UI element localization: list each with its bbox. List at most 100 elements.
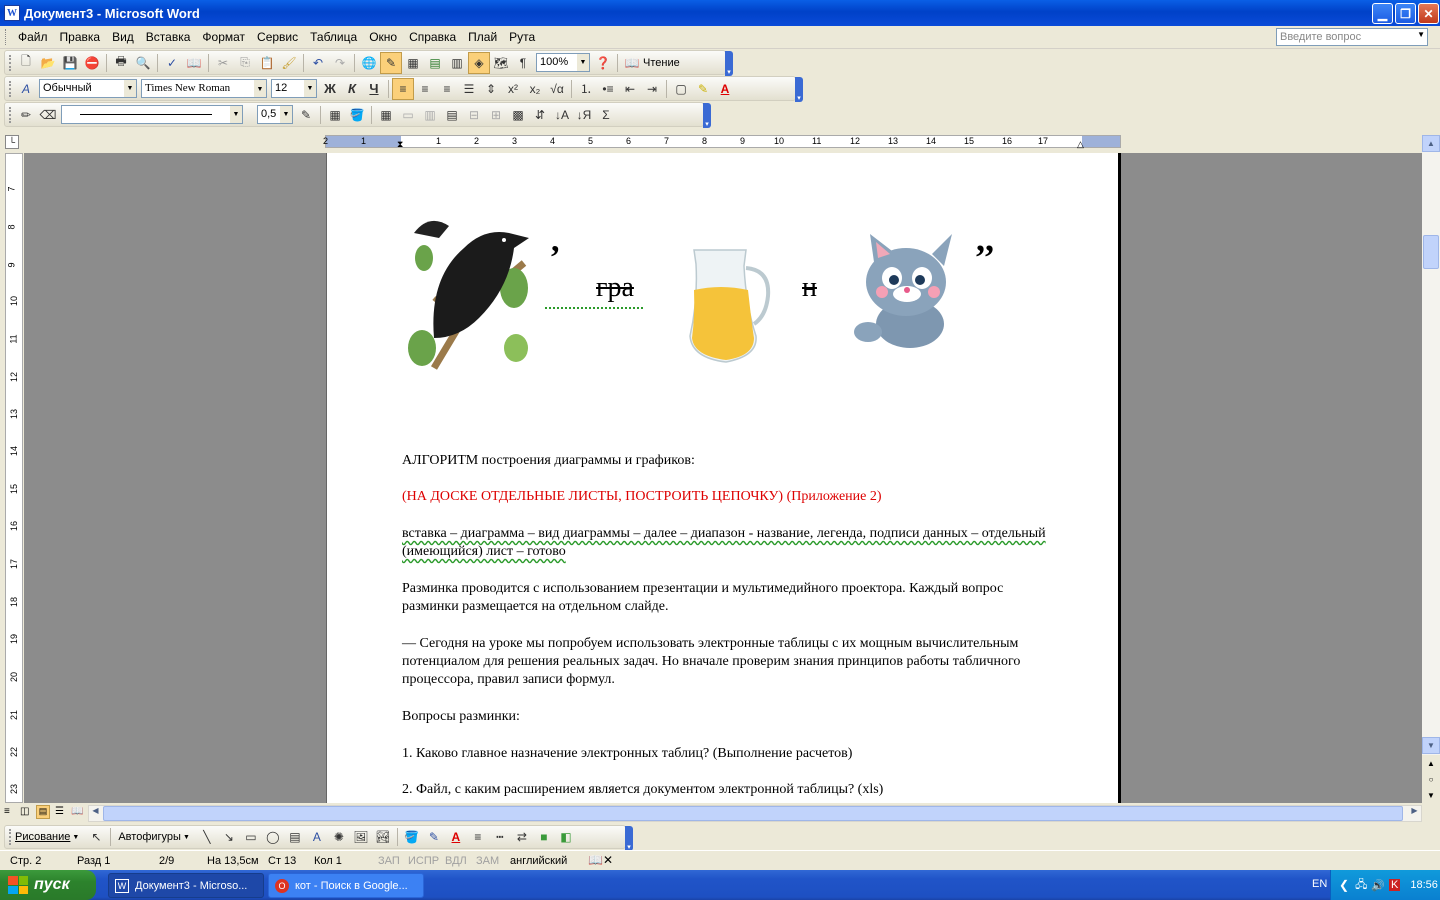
paragraph-question-2[interactable]: 2. Файл, с каким расширением является до… bbox=[402, 781, 1082, 801]
clip-art-icon[interactable]: 🖼 bbox=[350, 826, 372, 848]
status-track-changes[interactable]: ИСПР bbox=[408, 855, 439, 867]
print-layout-view-icon[interactable]: ▤ bbox=[36, 805, 50, 819]
fill-color-icon[interactable]: 🪣 bbox=[401, 826, 423, 848]
show-hidden-icons-icon[interactable]: ❮ bbox=[1339, 878, 1349, 892]
status-extend[interactable]: ВДЛ bbox=[445, 855, 467, 867]
web-view-icon[interactable]: ◫ bbox=[20, 806, 29, 817]
menu-ruta[interactable]: Рута bbox=[503, 30, 541, 44]
paragraph-questions-heading[interactable]: Вопросы разминки: bbox=[402, 708, 1082, 726]
wordart-icon[interactable]: A bbox=[306, 826, 328, 848]
toolbar-grip[interactable] bbox=[9, 106, 12, 123]
line-color-icon[interactable]: ✎ bbox=[423, 826, 445, 848]
increase-indent-icon[interactable]: ⇥ bbox=[641, 78, 663, 100]
paragraph-algorithm[interactable]: АЛГОРИТМ построения диаграммы и графиков… bbox=[402, 452, 1082, 470]
toolbar-options-icon[interactable]: ▾ bbox=[725, 51, 733, 76]
text-box-icon[interactable]: ▤ bbox=[284, 826, 306, 848]
zoom-combo[interactable]: 100% ▼ bbox=[536, 53, 590, 72]
status-column[interactable]: Кол 1 bbox=[314, 855, 342, 867]
hyperlink-icon[interactable]: 🌐 bbox=[358, 52, 380, 74]
justify-icon[interactable]: ☰ bbox=[458, 78, 480, 100]
show-hide-icon[interactable]: ¶ bbox=[512, 52, 534, 74]
minimize-button[interactable]: ▁ bbox=[1372, 3, 1393, 24]
kitten-image[interactable] bbox=[848, 232, 966, 352]
align-left-icon[interactable]: ≡ bbox=[392, 77, 414, 100]
status-pages[interactable]: 2/9 bbox=[159, 855, 174, 867]
autoshapes-menu-button[interactable]: Автофигуры bbox=[118, 831, 181, 843]
document-map-icon[interactable]: 🗺 bbox=[490, 52, 512, 74]
clock[interactable]: 18:56 bbox=[1410, 879, 1438, 891]
toolbar-grip[interactable] bbox=[9, 54, 12, 71]
line-weight-combo[interactable]: 0,5 ▼ bbox=[257, 105, 293, 124]
menu-file[interactable]: Файл bbox=[12, 30, 54, 44]
menu-grip[interactable] bbox=[5, 29, 8, 45]
table-autoformat-icon[interactable]: ▩ bbox=[507, 104, 529, 126]
dash-style-icon[interactable]: ┅ bbox=[489, 826, 511, 848]
permission-icon[interactable]: ⛔ bbox=[81, 52, 103, 74]
toolbar-grip[interactable] bbox=[9, 80, 12, 97]
chevron-down-icon[interactable]: ▼ bbox=[124, 80, 136, 97]
menu-help[interactable]: Справка bbox=[403, 30, 462, 44]
paste-icon[interactable]: 📋 bbox=[256, 52, 278, 74]
line-style-icon[interactable]: ≡ bbox=[467, 826, 489, 848]
close-button[interactable]: ✕ bbox=[1418, 3, 1439, 24]
insert-table-icon[interactable]: ▦ bbox=[402, 52, 424, 74]
new-document-icon[interactable]: 🗋 bbox=[15, 52, 37, 74]
scroll-left-button[interactable]: ◀ bbox=[89, 806, 102, 821]
select-objects-icon[interactable]: ↖ bbox=[85, 826, 107, 848]
diagram-icon[interactable]: ✺ bbox=[328, 826, 350, 848]
toolbar-grip[interactable] bbox=[9, 829, 12, 845]
style-combo[interactable]: Обычный ▼ bbox=[39, 79, 137, 98]
sort-ascending-icon[interactable]: ↓A bbox=[551, 104, 573, 126]
scroll-thumb[interactable] bbox=[1423, 235, 1439, 269]
decrease-indent-icon[interactable]: ⇤ bbox=[619, 78, 641, 100]
outside-border-icon[interactable]: ▦ bbox=[324, 104, 346, 126]
menu-format[interactable]: Формат bbox=[196, 30, 251, 44]
change-text-direction-icon[interactable]: ⇵ bbox=[529, 104, 551, 126]
toolbar-options-icon[interactable]: ▾ bbox=[795, 77, 803, 102]
status-overtype[interactable]: ЗАМ bbox=[476, 855, 499, 867]
help-icon[interactable]: ❓ bbox=[592, 52, 614, 74]
chevron-down-icon[interactable]: ▼ bbox=[230, 106, 242, 123]
chevron-down-icon[interactable]: ▼ bbox=[577, 54, 589, 71]
rectangle-icon[interactable]: ▭ bbox=[240, 826, 262, 848]
chevron-down-icon[interactable]: ▼ bbox=[72, 834, 79, 841]
underline-button[interactable]: Ч bbox=[363, 78, 385, 100]
chevron-down-icon[interactable]: ▼ bbox=[280, 106, 292, 123]
volume-icon[interactable]: 🔊 bbox=[1371, 879, 1385, 892]
redo-icon[interactable]: ↷ bbox=[329, 52, 351, 74]
format-painter-icon[interactable]: 🖌 bbox=[278, 52, 300, 74]
merge-cells-icon[interactable]: ▭ bbox=[397, 104, 419, 126]
right-indent-marker[interactable]: △ bbox=[1077, 139, 1084, 150]
toolbar-options-icon[interactable]: ▾ bbox=[625, 826, 633, 851]
paragraph-question-1[interactable]: 1. Каково главное назначение электронных… bbox=[402, 745, 1082, 763]
drawing-icon[interactable]: ◈ bbox=[468, 51, 490, 74]
crow-image[interactable] bbox=[404, 208, 532, 370]
line-style-combo[interactable]: ▼ bbox=[61, 105, 243, 124]
print-icon[interactable]: 🖶 bbox=[110, 52, 132, 74]
align-right-icon[interactable]: ≡ bbox=[436, 78, 458, 100]
normal-view-icon[interactable]: ≡ bbox=[4, 806, 10, 817]
status-position[interactable]: На 13,5см bbox=[207, 855, 259, 867]
start-button[interactable]: пуск bbox=[0, 870, 96, 900]
menu-table[interactable]: Таблица bbox=[304, 30, 363, 44]
line-icon[interactable]: ╲ bbox=[196, 826, 218, 848]
antivirus-icon[interactable]: K bbox=[1389, 879, 1401, 891]
font-color-icon[interactable]: A bbox=[714, 78, 736, 100]
3d-style-icon[interactable]: ◧ bbox=[555, 826, 577, 848]
highlight-icon[interactable]: ✎ bbox=[692, 78, 714, 100]
equation-icon[interactable]: √α bbox=[546, 78, 568, 100]
arrow-icon[interactable]: ↘ bbox=[218, 826, 240, 848]
menu-tools[interactable]: Сервис bbox=[251, 30, 304, 44]
print-preview-icon[interactable]: 🔍 bbox=[132, 52, 154, 74]
next-page-icon[interactable]: ▼ bbox=[1422, 787, 1440, 804]
scroll-down-button[interactable]: ▼ bbox=[1422, 737, 1440, 754]
bold-button[interactable]: Ж bbox=[319, 78, 341, 100]
font-combo[interactable]: Times New Roman ▼ bbox=[141, 79, 267, 98]
status-section[interactable]: Разд 1 bbox=[77, 855, 110, 867]
tab-selector[interactable]: └ bbox=[5, 135, 19, 149]
vertical-ruler[interactable]: 7 8 9 10 11 12 13 14 15 16 17 18 19 20 2… bbox=[5, 153, 23, 803]
borders-icon[interactable]: ▢ bbox=[670, 78, 692, 100]
distribute-rows-icon[interactable]: ⊟ bbox=[463, 104, 485, 126]
copy-icon[interactable]: ⎘ bbox=[234, 52, 256, 74]
network-icon[interactable]: 🖧 bbox=[1355, 876, 1367, 895]
